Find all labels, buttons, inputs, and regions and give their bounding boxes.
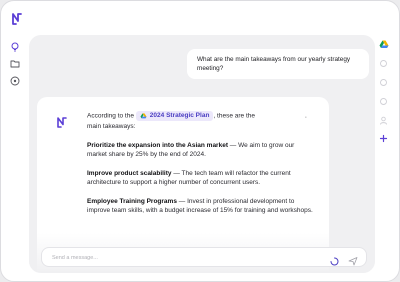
compass-icon[interactable] (9, 75, 21, 87)
takeaway-title: Improve product scalability (87, 169, 172, 177)
source-chip-label: 2024 Strategic Plan (149, 112, 210, 119)
message-input[interactable] (52, 251, 292, 264)
source-chip[interactable]: 2024 Strategic Plan (135, 111, 214, 121)
lightbulb-icon[interactable] (9, 41, 21, 53)
grid-icon[interactable] (378, 58, 389, 69)
user-message-bubble: What are the main takeaways from our yea… (187, 49, 369, 79)
assistant-avatar-icon (57, 115, 67, 128)
chat-area: What are the main takeaways from our yea… (29, 35, 375, 273)
user-message-text: What are the main takeaways from our yea… (197, 56, 351, 72)
loading-spinner-icon (330, 253, 339, 266)
message-composer (41, 247, 367, 267)
star-icon[interactable] (378, 77, 389, 88)
plus-icon[interactable] (378, 133, 389, 144)
takeaway-title: Prioritize the expansion into the Asian … (87, 141, 228, 149)
google-drive-icon (140, 113, 147, 119)
takeaway-title: Employee Training Programs (87, 197, 177, 205)
person-icon[interactable] (378, 115, 389, 126)
send-icon[interactable] (348, 253, 358, 266)
app-window: What are the main takeaways from our yea… (0, 0, 400, 282)
takeaway-item: Improve product scalability — The tech t… (87, 169, 315, 188)
app-logo[interactable] (12, 13, 22, 25)
intro-trailing: . (304, 112, 307, 120)
takeaway-item: Prioritize the expansion into the Asian … (87, 141, 315, 160)
assistant-intro: According to the 2024 Strategic Plan , t… (87, 111, 315, 132)
intro-before: According to the (87, 112, 134, 120)
user-icon[interactable] (378, 96, 389, 107)
intro-line2: main takeaways: (87, 122, 136, 130)
takeaway-item: Employee Training Programs — Invest in p… (87, 197, 315, 216)
folder-icon[interactable] (9, 57, 21, 69)
intro-after: , these are the (213, 112, 255, 120)
google-drive-icon[interactable] (378, 39, 389, 50)
